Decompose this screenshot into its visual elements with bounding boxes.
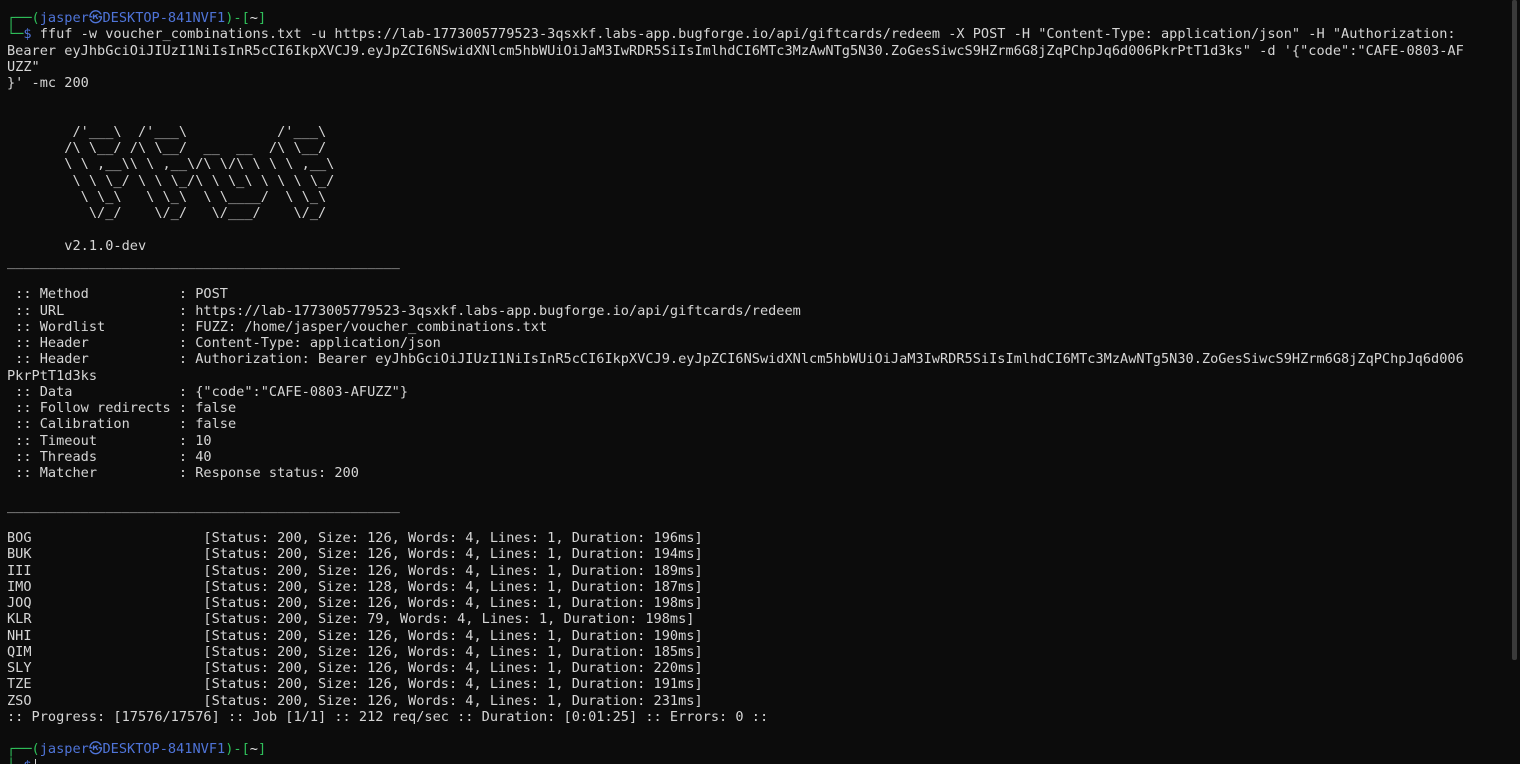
- config-line: :: Matcher : Response status: 200: [7, 465, 359, 481]
- command-text-wrap: UZZ": [7, 58, 40, 75]
- result-row: TZE [Status: 200, Size: 126, Words: 4, L…: [7, 676, 703, 693]
- text-cursor[interactable]: [34, 758, 36, 764]
- config-line: :: Timeout : 10: [7, 432, 212, 449]
- config-line: :: URL : https://lab-1773005779523-3qsxk…: [7, 302, 801, 319]
- config-line: :: Calibration : false: [7, 416, 237, 433]
- progress-line: :: Progress: [17576/17576] :: Job [1/1] …: [7, 708, 769, 725]
- scrollbar-thumb[interactable]: [1512, 0, 1517, 660]
- banner-line: /'___\ /'___\ /'___\: [7, 123, 327, 140]
- result-row: BUK [Status: 200, Size: 126, Words: 4, L…: [7, 546, 703, 563]
- version-label: v2.1.0-dev: [7, 237, 147, 254]
- command-text-wrap: }' -mc 200: [7, 75, 89, 91]
- separator: ________________________________________…: [7, 253, 400, 270]
- result-row: JOQ [Status: 200, Size: 126, Words: 4, L…: [7, 595, 703, 611]
- command-line: └─$ ffuf -w voucher_combinations.txt -u …: [7, 26, 1520, 42]
- banner-line: \ \ \_/ \ \ \_/\ \ \_\ \ \ \ \_/: [7, 172, 335, 189]
- prompt-user: jasper: [39, 741, 89, 758]
- config-line: :: Method : POST: [7, 286, 228, 303]
- command-text: ffuf -w voucher_combinations.txt -u http…: [39, 26, 1456, 43]
- config-line: :: Threads : 40: [7, 448, 212, 465]
- result-row: ZSO [Status: 200, Size: 126, Words: 4, L…: [7, 692, 703, 709]
- banner-line: \/_/ \/_/ \/___/ \/_/: [7, 205, 327, 221]
- prompt-user: jasper: [39, 10, 89, 26]
- result-row: QIM [Status: 200, Size: 126, Words: 4, L…: [7, 643, 703, 660]
- prompt-dir: ~: [249, 10, 258, 26]
- separator: ________________________________________…: [7, 497, 400, 514]
- config-line: :: Data : {"code":"CAFE-0803-AFUZZ"}: [7, 383, 409, 400]
- result-row: IMO [Status: 200, Size: 128, Words: 4, L…: [7, 578, 703, 595]
- prompt-line-top: ┌──(jasper㉿DESKTOP-841NVF1)-[~]: [7, 741, 1520, 757]
- prompt-frame: )-[: [225, 10, 250, 26]
- result-row: III [Status: 200, Size: 126, Words: 4, L…: [7, 562, 703, 579]
- prompt-frame: ┌──(: [7, 741, 40, 758]
- prompt-at-icon: ㉿: [88, 10, 103, 26]
- banner-line: \ \_\ \ \_\ \ \____/ \ \_\: [7, 188, 327, 205]
- config-line: :: Header : Content-Type: application/js…: [7, 335, 441, 351]
- result-row: KLR [Status: 200, Size: 79, Words: 4, Li…: [7, 611, 695, 628]
- prompt-host: DESKTOP-841NVF1: [102, 10, 226, 26]
- config-line: PkrPtT1d3ks: [7, 367, 98, 384]
- command-text-wrap: Bearer eyJhbGciOiJIUzI1NiIsInR5cCI6IkpXV…: [7, 42, 1464, 59]
- prompt-dollar: $: [23, 758, 31, 764]
- input-line[interactable]: └─$: [7, 758, 1520, 764]
- config-line: :: Follow redirects : false: [7, 400, 237, 416]
- prompt-host: DESKTOP-841NVF1: [102, 741, 226, 758]
- banner-line: /\ \__/ /\ \__/ __ __ /\ \__/: [7, 140, 327, 156]
- terminal-window[interactable]: ┌──(jasper㉿DESKTOP-841NVF1)-[~] └─$ ffuf…: [0, 0, 1520, 764]
- prompt-dollar: $: [23, 26, 32, 43]
- prompt-frame: └─: [7, 26, 24, 43]
- prompt-frame: ]: [257, 10, 267, 26]
- prompt-frame: └─: [7, 758, 23, 764]
- config-line: :: Header : Authorization: Bearer eyJhbG…: [7, 351, 1464, 368]
- result-row: BOG [Status: 200, Size: 126, Words: 4, L…: [7, 530, 703, 546]
- prompt-at-icon: ㉿: [88, 741, 103, 758]
- config-line: :: Wordlist : FUZZ: /home/jasper/voucher…: [7, 318, 548, 335]
- banner-line: \ \ ,__\\ \ ,__\/\ \/\ \ \ \ ,__\: [7, 156, 335, 173]
- prompt-frame: )-[: [225, 741, 250, 758]
- prompt-line-top: ┌──(jasper㉿DESKTOP-841NVF1)-[~]: [7, 10, 1520, 26]
- prompt-frame: ┌──(: [7, 10, 40, 26]
- prompt-frame: ]: [257, 741, 267, 758]
- result-row: NHI [Status: 200, Size: 126, Words: 4, L…: [7, 627, 703, 644]
- result-row: SLY [Status: 200, Size: 126, Words: 4, L…: [7, 660, 703, 676]
- prompt-dir: ~: [249, 741, 258, 758]
